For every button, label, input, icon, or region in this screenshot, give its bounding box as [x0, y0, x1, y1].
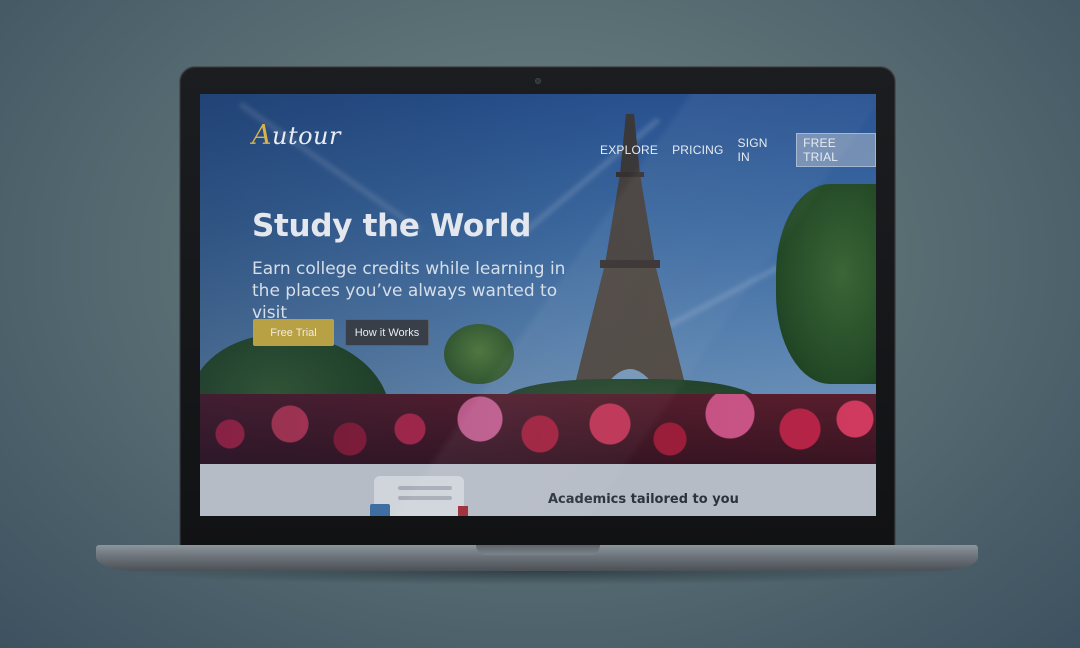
- academics-section: Academics tailored to you: [200, 464, 876, 516]
- hero-subline: Earn college credits while learning in t…: [252, 259, 566, 323]
- logo-initial: A: [252, 120, 272, 151]
- logo-wordmark: utour: [272, 122, 341, 150]
- laptop-shadow: [110, 571, 966, 585]
- section-heading: Academics tailored to you: [548, 492, 739, 507]
- nav-pricing-link[interactable]: PRICING: [672, 143, 723, 157]
- brand-logo[interactable]: Autour: [252, 120, 341, 151]
- hero-section: Autour EXPLORE PRICING SIGN IN FREE TRIA…: [200, 94, 876, 464]
- laptop-opening-notch: [476, 545, 600, 555]
- nav-explore-link[interactable]: EXPLORE: [600, 143, 658, 157]
- bookmark-icon: [458, 506, 468, 516]
- academics-illustration: [370, 476, 470, 516]
- hero-headline: Study the World: [252, 208, 532, 244]
- nav-free-trial-button[interactable]: FREE TRIAL: [796, 133, 876, 167]
- top-navigation: EXPLORE PRICING SIGN IN FREE TRIAL: [600, 133, 876, 167]
- how-it-works-button[interactable]: How it Works: [345, 319, 429, 346]
- book-icon: [370, 504, 390, 516]
- free-trial-button[interactable]: Free Trial: [253, 319, 334, 346]
- card-text-line: [398, 486, 452, 490]
- laptop-screen: Autour EXPLORE PRICING SIGN IN FREE TRIA…: [200, 94, 876, 516]
- card-text-line: [398, 496, 452, 500]
- nav-sign-in-link[interactable]: SIGN IN: [738, 136, 781, 164]
- webcam-icon: [535, 78, 541, 84]
